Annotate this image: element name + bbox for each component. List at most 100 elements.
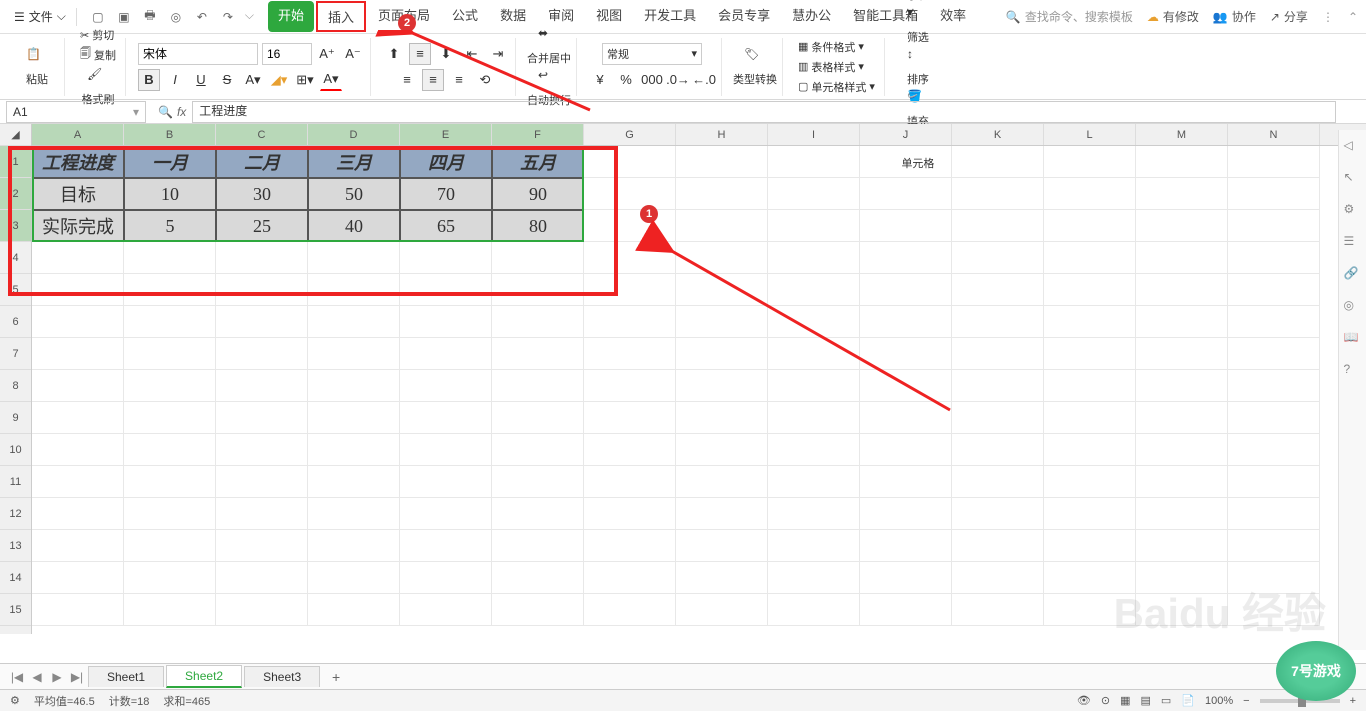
cell[interactable] <box>768 306 860 338</box>
help-icon[interactable]: ? <box>1344 362 1362 380</box>
cell[interactable] <box>1044 434 1136 466</box>
cell[interactable] <box>676 370 768 402</box>
cell[interactable] <box>124 434 216 466</box>
inc-decimal[interactable]: .0→ <box>667 69 689 91</box>
cursor-icon[interactable]: ↖ <box>1344 170 1362 188</box>
cell[interactable]: 30 <box>216 178 308 210</box>
cell[interactable] <box>492 530 584 562</box>
command-search[interactable]: 🔍 查找命令、搜索模板 <box>1006 8 1133 25</box>
tab-dev[interactable]: 开发工具 <box>634 1 706 32</box>
preview-icon[interactable]: ◎ <box>167 8 185 26</box>
cells-area[interactable]: 工程进度 一月 二月 三月 四月 五月 目标 10 30 50 70 90 实际… <box>32 146 1366 626</box>
cell[interactable] <box>768 242 860 274</box>
cell[interactable] <box>308 530 400 562</box>
cell[interactable] <box>400 434 492 466</box>
cell[interactable] <box>584 306 676 338</box>
cell[interactable] <box>124 402 216 434</box>
cell[interactable]: 80 <box>492 210 584 242</box>
collab-button[interactable]: 👥 协作 <box>1213 8 1256 25</box>
cell[interactable] <box>768 274 860 306</box>
cell[interactable] <box>32 306 124 338</box>
cell[interactable] <box>1044 338 1136 370</box>
cell[interactable] <box>32 530 124 562</box>
cell[interactable] <box>1136 306 1228 338</box>
cell[interactable] <box>1136 434 1228 466</box>
align-left[interactable]: ≡ <box>396 69 418 91</box>
cell[interactable] <box>1044 530 1136 562</box>
reading-view-icon[interactable]: 📄 <box>1181 694 1195 707</box>
sheet-nav-next[interactable]: ▶ <box>48 668 66 686</box>
fill-color[interactable]: ◢▾ <box>268 69 290 91</box>
row-header[interactable]: 13 <box>0 530 31 562</box>
cell[interactable] <box>1136 530 1228 562</box>
cell[interactable] <box>400 242 492 274</box>
cell[interactable] <box>1044 210 1136 242</box>
outline-view-icon[interactable]: ▤ <box>1140 694 1150 707</box>
sum-button[interactable]: Σ求和 <box>897 0 939 3</box>
cell[interactable] <box>124 594 216 626</box>
cell[interactable] <box>1044 274 1136 306</box>
triangle-icon[interactable]: ◁ <box>1344 138 1362 156</box>
cell[interactable] <box>400 274 492 306</box>
cell[interactable] <box>308 466 400 498</box>
cell[interactable] <box>768 530 860 562</box>
cell[interactable]: 5 <box>124 210 216 242</box>
cell[interactable]: 三月 <box>308 146 400 178</box>
underline-button[interactable]: U <box>190 69 212 91</box>
cell[interactable] <box>952 370 1044 402</box>
align-center[interactable]: ≡ <box>422 69 444 91</box>
add-sheet-button[interactable]: + <box>326 667 346 687</box>
sheet-nav-prev[interactable]: ◀ <box>28 668 46 686</box>
cell[interactable]: 目标 <box>32 178 124 210</box>
table-style[interactable]: ▥表格样式▾ <box>795 58 867 76</box>
more-icon[interactable]: ⋮ <box>1322 10 1334 24</box>
filter-button[interactable]: ▾筛选 <box>897 5 939 45</box>
cell[interactable] <box>860 466 952 498</box>
cell[interactable] <box>492 562 584 594</box>
cell[interactable] <box>400 530 492 562</box>
cell[interactable] <box>1044 306 1136 338</box>
cell[interactable] <box>216 530 308 562</box>
number-format[interactable]: 常规▾ <box>602 43 702 65</box>
changes-button[interactable]: ☁ 有修改 <box>1147 8 1199 25</box>
cell[interactable] <box>492 370 584 402</box>
sheet-tab[interactable]: Sheet1 <box>88 666 164 687</box>
sheet-nav-first[interactable]: |◀ <box>8 668 26 686</box>
comma-button[interactable]: 000 <box>641 69 663 91</box>
cell[interactable] <box>1136 274 1228 306</box>
cell[interactable] <box>952 498 1044 530</box>
cell[interactable] <box>860 306 952 338</box>
link-icon[interactable]: 🔗 <box>1344 266 1362 284</box>
cell[interactable] <box>216 306 308 338</box>
cell[interactable] <box>768 402 860 434</box>
cell[interactable] <box>1136 402 1228 434</box>
cell[interactable] <box>216 242 308 274</box>
cell[interactable] <box>768 466 860 498</box>
cell[interactable] <box>308 274 400 306</box>
italic-button[interactable]: I <box>164 69 186 91</box>
cell[interactable] <box>216 498 308 530</box>
cell[interactable] <box>1136 370 1228 402</box>
font-name-select[interactable] <box>138 43 258 65</box>
cell[interactable] <box>952 178 1044 210</box>
cell[interactable] <box>1228 498 1320 530</box>
cell[interactable] <box>32 434 124 466</box>
cell[interactable]: 四月 <box>400 146 492 178</box>
cell[interactable]: 70 <box>400 178 492 210</box>
cell[interactable] <box>1228 466 1320 498</box>
cell[interactable]: 一月 <box>124 146 216 178</box>
cell[interactable]: 工程进度 <box>32 146 124 178</box>
align-right[interactable]: ≡ <box>448 69 470 91</box>
cell[interactable] <box>584 274 676 306</box>
cell[interactable] <box>1136 178 1228 210</box>
col-header[interactable]: K <box>952 124 1044 145</box>
cell[interactable] <box>492 434 584 466</box>
cell[interactable] <box>124 498 216 530</box>
sheet-tab[interactable]: Sheet3 <box>244 666 320 687</box>
cell[interactable]: 50 <box>308 178 400 210</box>
cell[interactable] <box>308 594 400 626</box>
row-header[interactable]: 4 <box>0 242 31 274</box>
list-icon[interactable]: ☰ <box>1344 234 1362 252</box>
tab-formula[interactable]: 公式 <box>442 1 488 32</box>
cell[interactable] <box>216 338 308 370</box>
